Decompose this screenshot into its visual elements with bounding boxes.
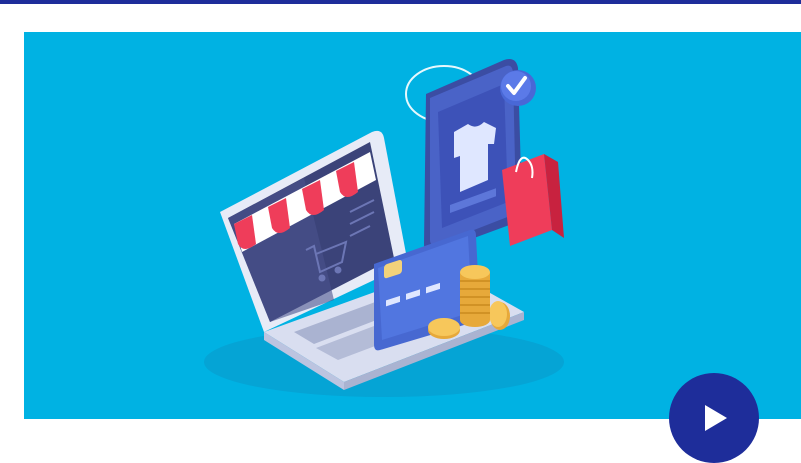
hero-banner <box>24 32 801 419</box>
top-accent-bar <box>0 0 801 4</box>
online-shopping-illustration <box>204 59 564 397</box>
video-play-button[interactable] <box>669 373 759 463</box>
shopping-bag-icon <box>502 154 564 246</box>
play-icon <box>705 405 727 431</box>
checkmark-badge-icon <box>500 70 536 106</box>
